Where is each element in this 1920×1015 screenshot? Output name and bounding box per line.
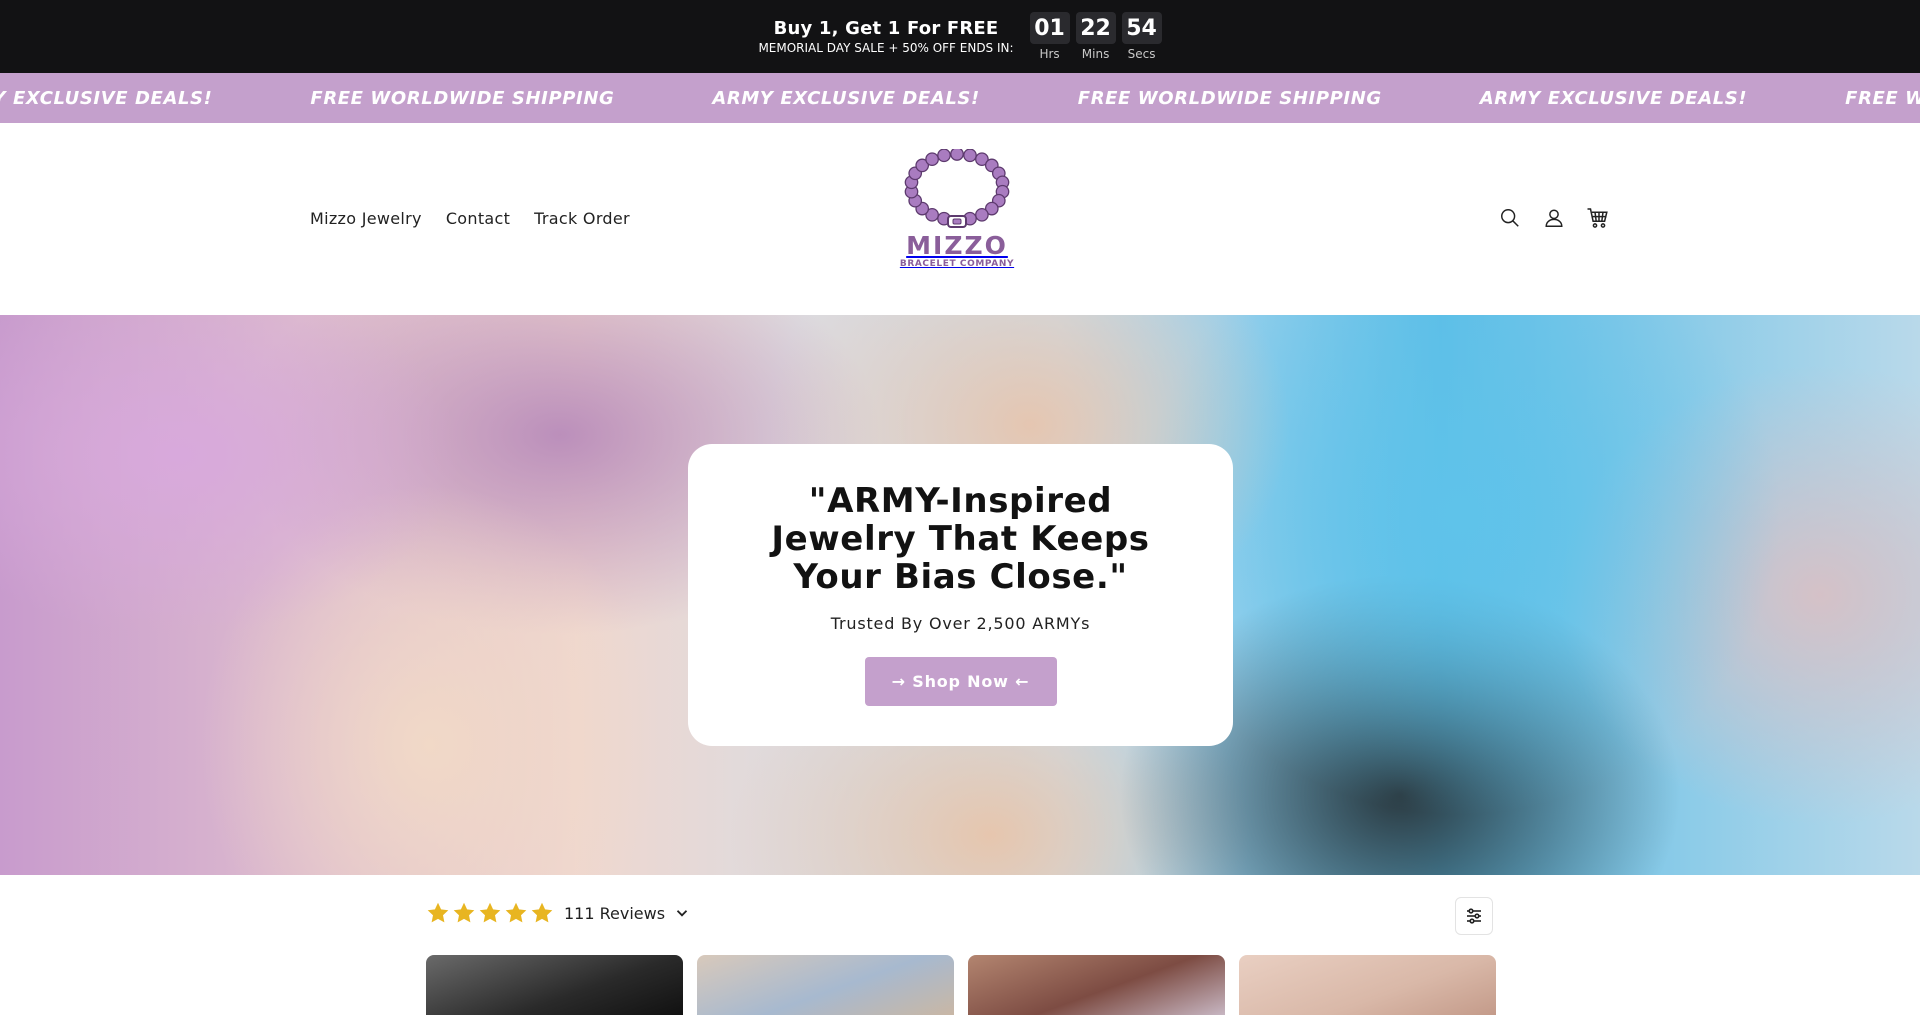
star-icon: [479, 902, 501, 923]
site-header: Mizzo Jewelry Contact Track Order MIZZO …: [0, 123, 1920, 315]
countdown-seconds-value: 54: [1121, 12, 1162, 44]
marquee-item: FREE WORLDWIDE SHIPPING: [1845, 87, 1920, 109]
star-icon: [453, 902, 475, 923]
logo-name: MIZZO: [906, 231, 1008, 260]
hero-card: "ARMY-Inspired Jewelry That Keeps Your B…: [688, 444, 1233, 746]
review-photo[interactable]: [697, 955, 954, 1015]
promo-text: Buy 1, Get 1 For FREE MEMORIAL DAY SALE …: [758, 17, 1014, 55]
promo-subtitle: MEMORIAL DAY SALE + 50% OFF ENDS IN:: [758, 40, 1014, 55]
sliders-icon: [1467, 908, 1481, 924]
marquee-item: ARMY EXCLUSIVE DEALS!: [0, 87, 213, 109]
marquee-item: FREE WORLDWIDE SHIPPING: [310, 87, 615, 109]
logo-tagline: BRACELET COMPANY: [899, 259, 1015, 269]
announcement-bar: Buy 1, Get 1 For FREE MEMORIAL DAY SALE …: [0, 0, 1920, 73]
star-icon: [505, 902, 527, 923]
review-photo[interactable]: [1239, 955, 1496, 1015]
reviews-summary[interactable]: 111 Reviews: [426, 901, 689, 925]
nav-link-contact[interactable]: Contact: [446, 209, 510, 228]
bead-icon: [937, 149, 951, 163]
review-photo[interactable]: [426, 955, 683, 1015]
marquee-item: ARMY EXCLUSIVE DEALS!: [1479, 87, 1748, 109]
countdown-hours: 01 Hrs: [1029, 12, 1070, 61]
nav-link-track-order[interactable]: Track Order: [534, 209, 630, 228]
marquee-track: ARMY EXCLUSIVE DEALS! FREE WORLDWIDE SHI…: [0, 73, 1920, 123]
reviews-count: 111 Reviews: [564, 903, 666, 923]
hero-subtitle: Trusted By Over 2,500 ARMYs: [830, 614, 1091, 633]
reviews-section: 111 Reviews: [0, 875, 1920, 1015]
account-icon[interactable]: [1542, 206, 1566, 230]
review-photo-strip: [426, 955, 1496, 1015]
countdown-hours-label: Hrs: [1039, 47, 1060, 61]
site-logo[interactable]: MIZZO BRACELET COMPANY: [893, 149, 1021, 279]
cart-icon[interactable]: [1586, 206, 1610, 230]
shop-now-button[interactable]: → Shop Now ←: [864, 657, 1057, 706]
bead-icon: [975, 207, 989, 222]
rating-stars: [426, 901, 554, 925]
countdown-minutes-value: 22: [1075, 12, 1116, 44]
review-photo[interactable]: [968, 955, 1225, 1015]
countdown-seconds-label: Secs: [1127, 47, 1156, 61]
marquee-item: ARMY EXCLUSIVE DEALS!: [712, 87, 980, 109]
star-icon: [531, 902, 553, 923]
countdown-seconds: 54 Secs: [1121, 12, 1162, 61]
chevron-down-icon: [676, 910, 688, 917]
countdown-hours-value: 01: [1029, 12, 1070, 44]
header-icons: [1498, 206, 1610, 230]
hero-banner: "ARMY-Inspired Jewelry That Keeps Your B…: [0, 315, 1920, 875]
bracelet-logo-icon: [904, 149, 1010, 228]
search-icon[interactable]: [1498, 206, 1522, 230]
marquee-banner: ARMY EXCLUSIVE DEALS! FREE WORLDWIDE SHI…: [0, 73, 1920, 123]
star-icon: [427, 902, 449, 923]
reviews-filter-button[interactable]: [1455, 897, 1493, 935]
bead-icon: [963, 149, 977, 163]
countdown-minutes: 22 Mins: [1075, 12, 1116, 61]
bead-icon: [925, 152, 939, 167]
countdown-minutes-label: Mins: [1081, 47, 1110, 61]
nav-link-mizzo-jewelry[interactable]: Mizzo Jewelry: [310, 209, 422, 228]
marquee-item: FREE WORLDWIDE SHIPPING: [1077, 87, 1382, 109]
promo-title: Buy 1, Get 1 For FREE: [773, 17, 999, 39]
bead-icon: [950, 149, 964, 161]
countdown-timer: 01 Hrs 22 Mins 54 Secs: [1029, 12, 1162, 61]
hero-title: "ARMY-Inspired Jewelry That Keeps Your B…: [771, 481, 1150, 597]
main-nav: Mizzo Jewelry Contact Track Order: [310, 209, 630, 228]
